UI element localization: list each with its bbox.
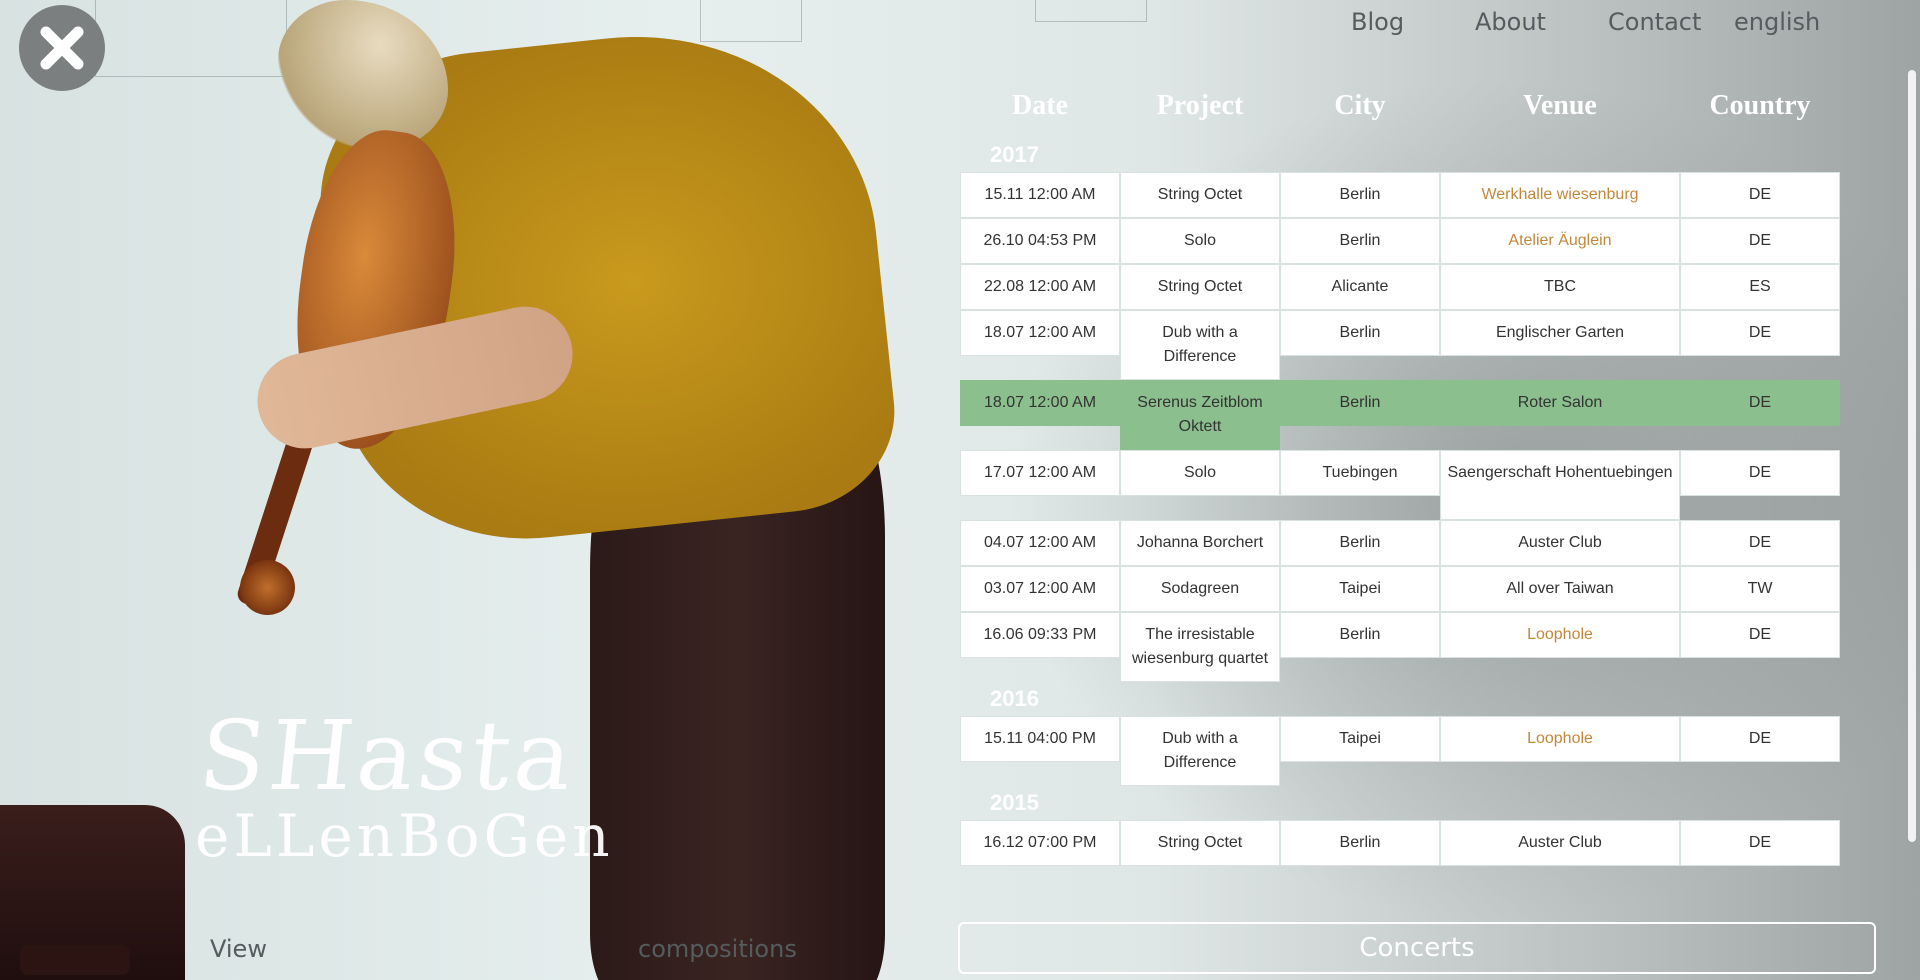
cell-date: 15.11 04:00 PM bbox=[960, 716, 1120, 762]
cell-venue: Auster Club bbox=[1440, 520, 1680, 566]
artist-signature: SHasta eLLenBoGen bbox=[194, 700, 614, 870]
cell-date: 17.07 12:00 AM bbox=[960, 450, 1120, 496]
cell-project: Dub with a Difference bbox=[1120, 716, 1280, 786]
cell-date: 15.11 12:00 AM bbox=[960, 172, 1120, 218]
table-row-highlighted[interactable]: 18.07 12:00 AM Serenus Zeitblom Oktett B… bbox=[960, 380, 1840, 450]
top-nav: Blog About Contact english bbox=[0, 8, 1920, 48]
cell-country: DE bbox=[1680, 172, 1840, 218]
table-row[interactable]: 15.11 04:00 PM Dub with a Difference Tai… bbox=[960, 716, 1840, 786]
header-venue: Venue bbox=[1523, 90, 1597, 121]
signature-line-2: eLLenBoGen bbox=[195, 802, 614, 870]
cell-project: Johanna Borchert bbox=[1120, 520, 1280, 566]
cell-country: DE bbox=[1680, 612, 1840, 658]
table-row[interactable]: 18.07 12:00 AM Dub with a Difference Ber… bbox=[960, 310, 1840, 380]
cell-city: Alicante bbox=[1280, 264, 1440, 310]
cell-city: Berlin bbox=[1280, 218, 1440, 264]
scrollbar[interactable] bbox=[1908, 70, 1916, 842]
cell-country: ES bbox=[1680, 264, 1840, 310]
nav-language[interactable]: english bbox=[1734, 8, 1820, 36]
nav-blog[interactable]: Blog bbox=[1351, 8, 1404, 36]
cell-project: String Octet bbox=[1120, 820, 1280, 866]
compositions-link[interactable]: compositions bbox=[638, 935, 797, 963]
cell-city: Berlin bbox=[1280, 520, 1440, 566]
cell-project: Solo bbox=[1120, 218, 1280, 264]
table-row[interactable]: 16.06 09:33 PM The irresistable wiesenbu… bbox=[960, 612, 1840, 682]
cell-country: DE bbox=[1680, 450, 1840, 496]
cell-date: 26.10 04:53 PM bbox=[960, 218, 1120, 264]
header-project: Project bbox=[1156, 90, 1244, 121]
header-date: Date bbox=[1012, 90, 1068, 121]
table-row[interactable]: 16.12 07:00 PM String Octet Berlin Auste… bbox=[960, 820, 1840, 866]
cell-project: Serenus Zeitblom Oktett bbox=[1120, 380, 1280, 450]
table-row[interactable]: 03.07 12:00 AM Sodagreen Taipei All over… bbox=[960, 566, 1840, 612]
cell-venue: Englischer Garten bbox=[1440, 310, 1680, 356]
cell-venue: Roter Salon bbox=[1440, 380, 1680, 426]
cell-city: Taipei bbox=[1280, 716, 1440, 762]
cell-date: 18.07 12:00 AM bbox=[960, 380, 1120, 426]
cell-city: Taipei bbox=[1280, 566, 1440, 612]
nav-contact[interactable]: Contact bbox=[1608, 8, 1701, 36]
cell-country: DE bbox=[1680, 716, 1840, 762]
venue-link[interactable]: Atelier Äuglein bbox=[1440, 218, 1680, 264]
venue-link[interactable]: Werkhalle wiesenburg bbox=[1440, 172, 1680, 218]
header-city: City bbox=[1334, 90, 1386, 121]
cell-project: Solo bbox=[1120, 450, 1280, 496]
year-heading: 2016 bbox=[990, 686, 1039, 711]
cell-venue: Saengerschaft Hohentuebingen bbox=[1440, 450, 1680, 520]
table-row[interactable]: 17.07 12:00 AM Solo Tuebingen Saengersch… bbox=[960, 450, 1840, 520]
table-row[interactable]: 22.08 12:00 AM String Octet Alicante TBC… bbox=[960, 264, 1840, 310]
cell-city: Berlin bbox=[1280, 820, 1440, 866]
cell-date: 16.12 07:00 PM bbox=[960, 820, 1120, 866]
concerts-button[interactable]: Concerts bbox=[958, 922, 1876, 974]
table-row[interactable]: 04.07 12:00 AM Johanna Borchert Berlin A… bbox=[960, 520, 1840, 566]
header-country: Country bbox=[1709, 90, 1811, 121]
nav-about[interactable]: About bbox=[1475, 8, 1546, 36]
cell-country: DE bbox=[1680, 380, 1840, 426]
cell-country: DE bbox=[1680, 218, 1840, 264]
cell-project: String Octet bbox=[1120, 264, 1280, 310]
cell-venue: All over Taiwan bbox=[1440, 566, 1680, 612]
concerts-table: Date Project City Venue Country 2017 15.… bbox=[960, 90, 1840, 866]
cell-country: DE bbox=[1680, 820, 1840, 866]
cell-date: 04.07 12:00 AM bbox=[960, 520, 1120, 566]
cell-country: DE bbox=[1680, 310, 1840, 356]
table-row[interactable]: 15.11 12:00 AM String Octet Berlin Werkh… bbox=[960, 172, 1840, 218]
cell-city: Tuebingen bbox=[1280, 450, 1440, 496]
cell-project: The irresistable wiesenburg quartet bbox=[1120, 612, 1280, 682]
venue-link[interactable]: Loophole bbox=[1440, 612, 1680, 658]
venue-link[interactable]: Loophole bbox=[1440, 716, 1680, 762]
cell-date: 18.07 12:00 AM bbox=[960, 310, 1120, 356]
viola-scroll bbox=[240, 560, 295, 615]
table-header: Date Project City Venue Country bbox=[960, 90, 1840, 138]
cell-project: Sodagreen bbox=[1120, 566, 1280, 612]
cell-country: DE bbox=[1680, 520, 1840, 566]
instrument-case bbox=[0, 805, 185, 980]
cell-date: 16.06 09:33 PM bbox=[960, 612, 1120, 658]
table-row[interactable]: 26.10 04:53 PM Solo Berlin Atelier Äugle… bbox=[960, 218, 1840, 264]
cell-venue: TBC bbox=[1440, 264, 1680, 310]
cell-city: Berlin bbox=[1280, 310, 1440, 356]
cell-project: String Octet bbox=[1120, 172, 1280, 218]
cell-date: 22.08 12:00 AM bbox=[960, 264, 1120, 310]
view-link[interactable]: View bbox=[210, 935, 267, 963]
cell-city: Berlin bbox=[1280, 612, 1440, 658]
cell-venue: Auster Club bbox=[1440, 820, 1680, 866]
cell-country: TW bbox=[1680, 566, 1840, 612]
cell-project: Dub with a Difference bbox=[1120, 310, 1280, 380]
cell-date: 03.07 12:00 AM bbox=[960, 566, 1120, 612]
signature-line-1: SHasta bbox=[194, 700, 582, 812]
year-heading: 2017 bbox=[990, 142, 1039, 167]
year-heading: 2015 bbox=[990, 790, 1039, 815]
cell-city: Berlin bbox=[1280, 172, 1440, 218]
cell-city: Berlin bbox=[1280, 380, 1440, 426]
